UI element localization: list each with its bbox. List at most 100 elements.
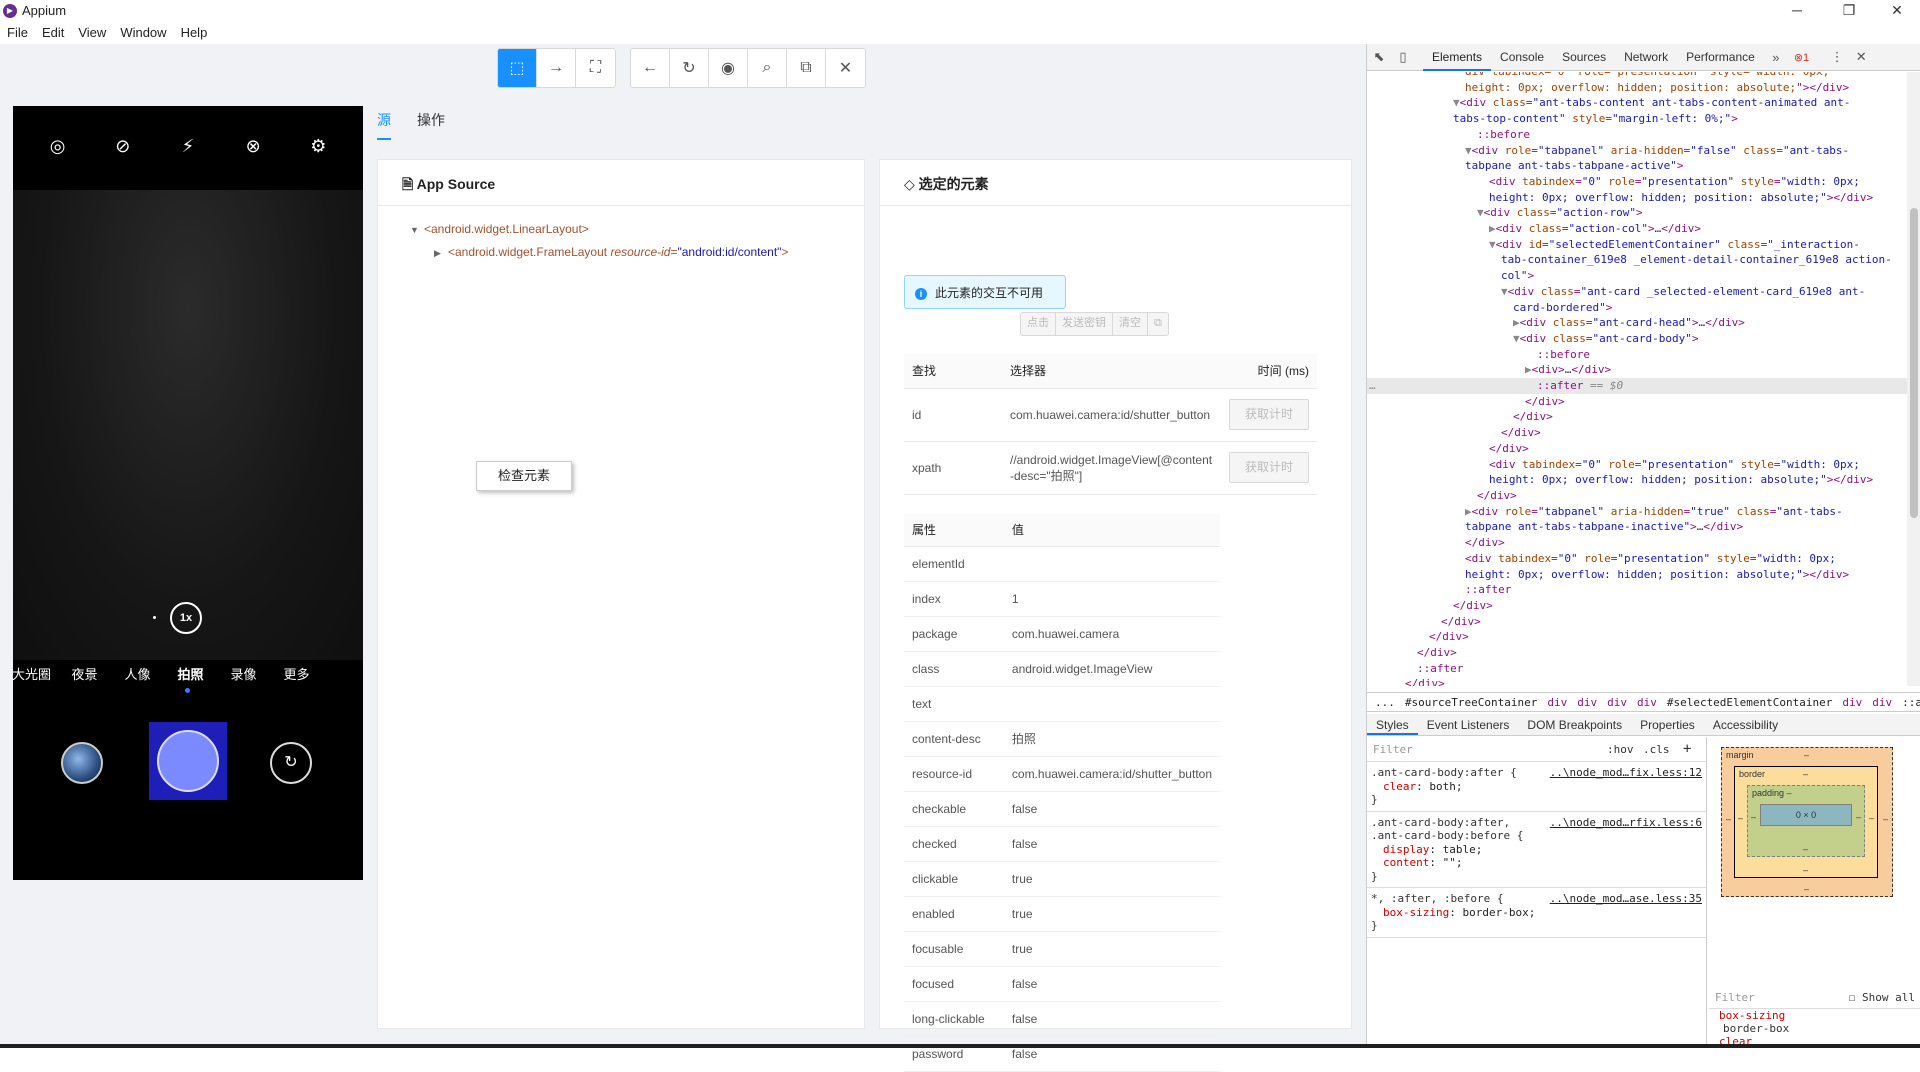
breadcrumb-item[interactable]: div: [1607, 696, 1627, 709]
switch-camera-icon[interactable]: ↻: [270, 742, 312, 784]
send-keys-button[interactable]: 发送密钥: [1056, 313, 1113, 335]
camera-viewfinder[interactable]: [13, 190, 363, 660]
prop-value[interactable]: border-box: [1462, 906, 1528, 919]
rule-source-link[interactable]: ..\node_mod…ase.less:35: [1550, 892, 1702, 906]
kebab-menu-icon[interactable]: ⋮: [1825, 49, 1849, 65]
mode-night[interactable]: 夜景: [58, 664, 111, 683]
breadcrumb-item[interactable]: #sourceTreeContainer: [1405, 696, 1537, 709]
swipe-icon[interactable]: →: [537, 49, 576, 87]
styles-filter-input[interactable]: Filter: [1373, 743, 1413, 756]
devtools-tab-console[interactable]: Console: [1491, 44, 1553, 71]
scrollbar-thumb[interactable]: [1910, 208, 1918, 518]
back-icon[interactable]: ←: [631, 49, 670, 87]
breadcrumb-item[interactable]: div: [1872, 696, 1892, 709]
css-rule[interactable]: *, :after, :before { ..\node_mod…ase.les…: [1367, 888, 1706, 938]
tab-properties[interactable]: Properties: [1631, 714, 1704, 735]
close-icon[interactable]: ✕: [826, 49, 865, 87]
flash-icon[interactable]: ⚡: [173, 136, 203, 157]
mode-more[interactable]: 更多: [270, 664, 323, 683]
inspect-element-menu-item[interactable]: 检查元素: [476, 461, 572, 491]
device-toggle-icon[interactable]: ▯: [1391, 49, 1415, 65]
flash-off-icon[interactable]: ⊘: [108, 136, 138, 157]
mode-photo[interactable]: 拍照: [164, 664, 217, 683]
breadcrumb-item[interactable]: div: [1547, 696, 1567, 709]
close-devtools-icon[interactable]: ✕: [1849, 49, 1873, 65]
prop-name[interactable]: display: [1383, 843, 1429, 856]
computed-filter-input[interactable]: Filter: [1715, 991, 1755, 1004]
tab-styles[interactable]: Styles: [1367, 714, 1418, 735]
copy-attributes-icon[interactable]: ⧉: [1148, 313, 1168, 335]
breadcrumb-item[interactable]: #selectedElementContainer: [1667, 696, 1833, 709]
prop-name[interactable]: clear: [1383, 780, 1416, 793]
inspect-pointer-icon[interactable]: ⬉: [1367, 49, 1391, 65]
mode-video[interactable]: 录像: [217, 664, 270, 683]
css-rule[interactable]: .ant-card-body:after { ..\node_mod…fix.l…: [1367, 762, 1706, 812]
shutter-button[interactable]: [157, 730, 219, 792]
tree-node-label[interactable]: <android.widget.LinearLayout>: [424, 222, 589, 236]
tap-by-coordinates-icon[interactable]: ⛶: [576, 49, 615, 87]
tree-node-label[interactable]: <android.widget.FrameLayout: [448, 245, 610, 259]
hov-toggle[interactable]: :hov: [1607, 743, 1634, 756]
settings-gear-icon[interactable]: ⚙: [303, 136, 333, 157]
devtools-tab-performance[interactable]: Performance: [1677, 44, 1764, 71]
show-all-checkbox[interactable]: ☐ Show all: [1849, 991, 1915, 1004]
dom-scrollbar[interactable]: [1907, 72, 1920, 686]
prop-name[interactable]: box-sizing: [1383, 906, 1449, 919]
menu-view[interactable]: View: [71, 22, 113, 44]
computed-prop[interactable]: box-sizing: [1719, 1009, 1785, 1022]
devtools-tab-sources[interactable]: Sources: [1553, 44, 1615, 71]
tab-source[interactable]: 源: [377, 110, 391, 140]
tab-actions[interactable]: 操作: [417, 110, 445, 140]
prop-value[interactable]: both: [1429, 780, 1456, 793]
add-rule-icon[interactable]: +: [1683, 741, 1691, 757]
more-tabs-icon[interactable]: »: [1764, 50, 1788, 65]
breadcrumb-item[interactable]: div: [1842, 696, 1862, 709]
tap-button[interactable]: 点击: [1021, 313, 1056, 335]
gallery-thumbnail[interactable]: [61, 742, 103, 784]
zoom-button[interactable]: 1x: [170, 602, 202, 634]
ai-camera-icon[interactable]: ◎: [43, 136, 73, 157]
mode-portrait[interactable]: 人像: [111, 664, 164, 683]
prop-value[interactable]: "": [1443, 856, 1456, 869]
clear-button[interactable]: 清空: [1113, 313, 1148, 335]
tab-event-listeners[interactable]: Event Listeners: [1418, 714, 1519, 735]
maximize-button[interactable]: ❐: [1826, 0, 1872, 22]
styles-filter[interactable]: Filter :hov .cls +: [1367, 737, 1706, 762]
shutter-highlight[interactable]: [149, 722, 227, 800]
devtools-tab-elements[interactable]: Elements: [1423, 44, 1492, 71]
rule-source-link[interactable]: ..\node_mod…fix.less:12: [1550, 766, 1702, 780]
get-timing-button[interactable]: 获取计时: [1229, 399, 1309, 430]
tree-node-linearlayout[interactable]: ▼ <android.widget.LinearLayout>: [410, 222, 589, 236]
prop-value[interactable]: table: [1443, 843, 1476, 856]
menu-window[interactable]: Window: [113, 22, 173, 44]
expand-caret-icon[interactable]: ▶: [434, 248, 448, 259]
breadcrumb-item[interactable]: ...: [1375, 696, 1395, 709]
close-window-button[interactable]: ✕: [1874, 0, 1920, 22]
computed-filter[interactable]: Filter ☐ Show all: [1709, 987, 1920, 1009]
menu-help[interactable]: Help: [174, 22, 215, 44]
filter-icon[interactable]: ⊗: [238, 136, 268, 157]
device-screenshot[interactable]: ◎ ⊘ ⚡ ⊗ ⚙ 1x 大光圈 夜景 人像 拍照 录像 更多 ↻: [13, 106, 363, 880]
menu-edit[interactable]: Edit: [35, 22, 71, 44]
breadcrumb-item[interactable]: div: [1637, 696, 1657, 709]
prop-name[interactable]: content: [1383, 856, 1429, 869]
menu-file[interactable]: File: [0, 22, 35, 44]
mode-aperture[interactable]: 大光圈: [13, 664, 58, 683]
breadcrumb-item[interactable]: ::after: [1902, 696, 1920, 709]
devtools-tab-network[interactable]: Network: [1615, 44, 1677, 71]
copy-icon[interactable]: ⧉: [787, 49, 826, 87]
rule-source-link[interactable]: ..\node_mod…rfix.less:6: [1550, 816, 1702, 830]
css-rule[interactable]: .ant-card-body:after, .ant-card-body:bef…: [1367, 812, 1706, 888]
dom-tree[interactable]: div tabindex="0" role="presentation" sty…: [1367, 72, 1907, 686]
search-icon[interactable]: ⌕: [748, 49, 787, 87]
refresh-icon[interactable]: ↻: [670, 49, 709, 87]
cls-toggle[interactable]: .cls: [1643, 743, 1670, 756]
error-count-badge[interactable]: ⊗1: [1794, 51, 1809, 64]
collapse-caret-icon[interactable]: ▼: [410, 225, 424, 235]
tab-accessibility[interactable]: Accessibility: [1704, 714, 1787, 735]
minimize-button[interactable]: ─: [1774, 0, 1820, 22]
select-element-icon[interactable]: ⬚: [498, 49, 537, 87]
tab-dom-breakpoints[interactable]: DOM Breakpoints: [1518, 714, 1631, 735]
tree-node-framelayout[interactable]: ▶ <android.widget.FrameLayout resource-id…: [434, 245, 788, 259]
breadcrumb-item[interactable]: div: [1577, 696, 1597, 709]
